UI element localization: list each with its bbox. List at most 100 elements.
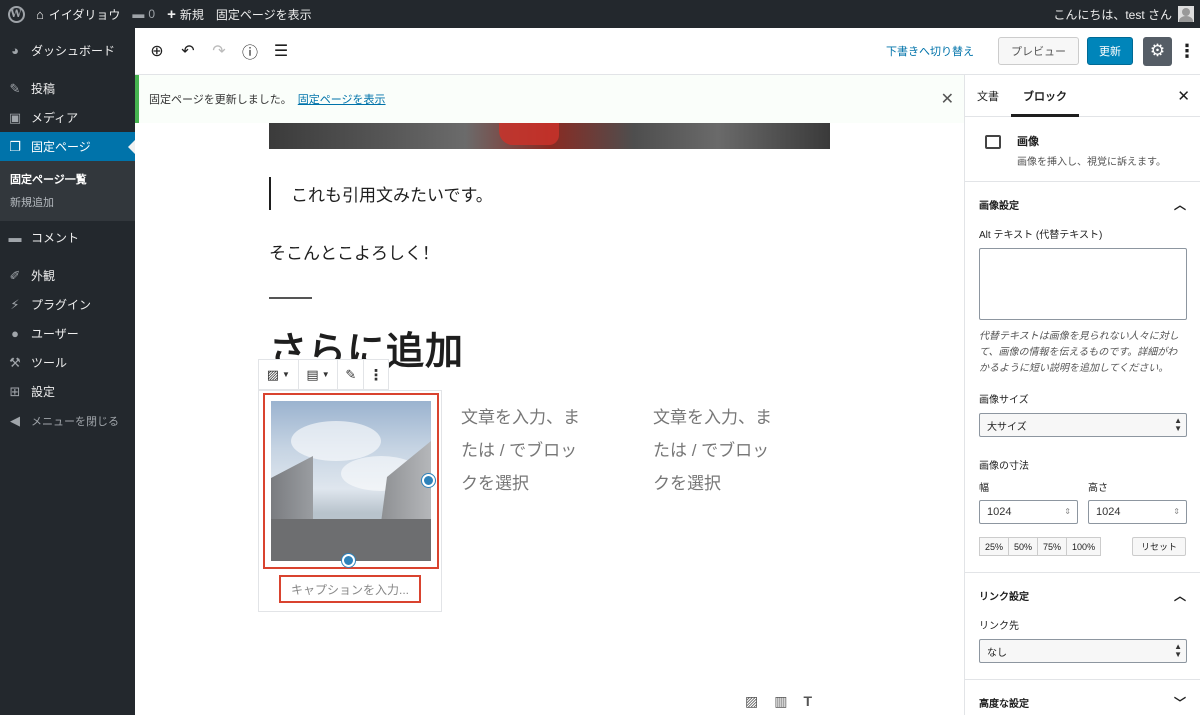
settings-sidebar: 文書 ブロック ✕ 画像 画像を挿入し、視覚に訴えます。 画像設定 ︿ Alt …	[964, 75, 1200, 715]
scale-75-button[interactable]: 75%	[1038, 537, 1068, 556]
editor-toolbar: ⊕ ↶ ↷ ⓘ ☰ 下書きへ切り替え プレビュー 更新 ⚙ ⋮	[135, 28, 1200, 75]
block-toolbar: ▨ ▼ ▤ ▼ ✎ ⋮	[258, 359, 389, 390]
placeholder-line: クを選択	[653, 474, 721, 493]
image-icon	[985, 135, 1001, 149]
menu-item-posts[interactable]: ✎ 投稿	[0, 74, 135, 103]
tab-document[interactable]: 文書	[965, 75, 1011, 117]
alt-text-field[interactable]	[979, 248, 1187, 320]
menu-label: 固定ページ	[31, 140, 91, 154]
panel-title: リンク設定	[979, 591, 1029, 603]
columns-icon[interactable]: ▥	[774, 693, 787, 710]
block-navigation-icon[interactable]: ☰	[269, 39, 293, 63]
media-icon: ▣	[8, 109, 22, 125]
user-greeting[interactable]: こんにちは、test さん	[1053, 6, 1172, 23]
pages-icon: ❐	[9, 138, 21, 154]
select-arrows-icon: ▲ ▼	[1174, 642, 1182, 659]
menu-item-settings[interactable]: ⊞ 設定	[0, 377, 135, 406]
home-icon: ⌂	[36, 6, 44, 22]
caption-input[interactable]: キャプションを入力...	[279, 575, 421, 603]
separator-block[interactable]	[269, 297, 312, 299]
settings-gear-icon[interactable]: ⚙	[1143, 36, 1172, 66]
scale-50-button[interactable]: 50%	[1009, 537, 1039, 556]
placeholder-line: たは / でブロッ	[653, 441, 770, 460]
link-to-label: リンク先	[979, 621, 1019, 632]
menu-item-pages[interactable]: ❐ 固定ページ	[0, 132, 135, 161]
text-icon[interactable]: T	[803, 693, 812, 710]
image-icon[interactable]: ▨	[745, 693, 758, 710]
link-to-select[interactable]: なし ▲ ▼	[979, 639, 1187, 663]
image-size-label: 画像サイズ	[979, 395, 1029, 406]
info-icon[interactable]: ⓘ	[238, 39, 262, 63]
pages-submenu: 固定ページ一覧 新規追加	[0, 161, 135, 221]
quote-block[interactable]: これも引用文みたいです。	[269, 177, 493, 210]
add-block-icon[interactable]: ⊕	[145, 39, 169, 63]
preview-button[interactable]: プレビュー	[998, 37, 1079, 65]
close-icon[interactable]: ✕	[941, 89, 954, 109]
placeholder-line: クを選択	[461, 474, 529, 493]
align-icon[interactable]: ▤ ▼	[299, 360, 339, 389]
submenu-item-pages-list[interactable]: 固定ページ一覧	[0, 167, 135, 190]
site-name-link[interactable]: ⌂ イイダリョウ	[30, 0, 126, 28]
update-notice: 固定ページを更新しました。 固定ページを表示 ✕	[135, 75, 964, 123]
wordpress-logo-icon[interactable]: W	[2, 0, 30, 28]
reset-button[interactable]: リセット	[1131, 537, 1186, 556]
image-photo	[271, 401, 431, 561]
link-settings-toggle[interactable]: リンク設定 ︿	[965, 573, 1200, 617]
notice-view-page-link[interactable]: 固定ページを表示	[298, 91, 386, 107]
site-name: イイダリョウ	[48, 7, 121, 22]
undo-icon[interactable]: ↶	[176, 39, 200, 63]
menu-label: メディア	[31, 111, 79, 125]
menu-label: ダッシュボード	[31, 44, 116, 58]
width-input[interactable]: 1024 ⇕	[979, 500, 1078, 524]
paragraph-block[interactable]: そこんとこよろしく！	[269, 239, 439, 264]
menu-label: コメント	[31, 231, 80, 245]
advanced-toggle[interactable]: 高度な設定 ﹀	[965, 680, 1200, 715]
menu-item-plugins[interactable]: ⚡ プラグイン	[0, 290, 135, 319]
comments-link[interactable]: ▬ 0	[126, 0, 161, 28]
resize-handle-bottom[interactable]	[342, 554, 355, 567]
menu-label: 投稿	[31, 82, 56, 96]
selected-image[interactable]	[263, 393, 439, 569]
height-label: 高さ	[1088, 483, 1108, 494]
submenu-item-add-new[interactable]: 新規追加	[0, 190, 135, 213]
height-input[interactable]: 1024 ⇕	[1088, 500, 1187, 524]
avatar[interactable]	[1178, 6, 1194, 22]
menu-label: 外観	[31, 269, 56, 283]
comments-count: 0	[148, 7, 156, 21]
update-button[interactable]: 更新	[1087, 37, 1133, 65]
column-2-placeholder[interactable]: 文章を入力、ま たは / でブロッ クを選択	[461, 401, 601, 500]
menu-item-users[interactable]: ● ユーザー	[0, 319, 135, 348]
scale-25-button[interactable]: 25%	[979, 537, 1010, 556]
image-size-select[interactable]: 大サイズ ▲ ▼	[979, 413, 1187, 437]
change-block-type-icon[interactable]: ▨ ▼	[259, 360, 299, 389]
comment-icon: ▬	[132, 7, 145, 21]
column-3-placeholder[interactable]: 文章を入力、ま たは / でブロッ クを選択	[653, 401, 793, 500]
height-value: 1024	[1096, 506, 1121, 518]
placeholder-line: 文章を入力、ま	[461, 408, 580, 427]
view-page-link[interactable]: 固定ページを表示	[210, 0, 318, 28]
new-content-link[interactable]: + 新規	[161, 0, 210, 28]
menu-item-media[interactable]: ▣ メディア	[0, 103, 135, 132]
panel-title: 画像設定	[979, 200, 1019, 212]
edit-image-icon[interactable]: ✎	[338, 360, 365, 389]
menu-label: ユーザー	[31, 327, 79, 341]
collapse-menu-button[interactable]: ◀ メニューを閉じる	[0, 406, 135, 435]
menu-item-dashboard[interactable]: ◕ ダッシュボード	[0, 36, 135, 65]
switch-to-draft-link[interactable]: 下書きへ切り替え	[886, 43, 974, 59]
redo-icon[interactable]: ↷	[207, 39, 231, 63]
menu-item-comments[interactable]: ▬ コメント	[0, 223, 135, 252]
block-card: 画像 画像を挿入し、視覚に訴えます。	[965, 117, 1200, 182]
cover-image[interactable]	[269, 123, 830, 149]
menu-item-appearance[interactable]: ✐ 外観	[0, 261, 135, 290]
resize-handle-right[interactable]	[422, 474, 435, 487]
user-icon: ●	[11, 326, 19, 341]
close-icon[interactable]: ✕	[1177, 87, 1190, 105]
wrench-icon: ⚒	[9, 354, 21, 370]
more-options-icon[interactable]: ⋮	[364, 360, 388, 389]
scale-100-button[interactable]: 100%	[1067, 537, 1102, 556]
image-settings-toggle[interactable]: 画像設定 ︿	[965, 182, 1200, 226]
settings-icon: ⊞	[9, 383, 21, 399]
more-menu-icon[interactable]: ⋮	[1178, 41, 1196, 62]
menu-item-tools[interactable]: ⚒ ツール	[0, 348, 135, 377]
tab-block[interactable]: ブロック	[1011, 75, 1079, 117]
